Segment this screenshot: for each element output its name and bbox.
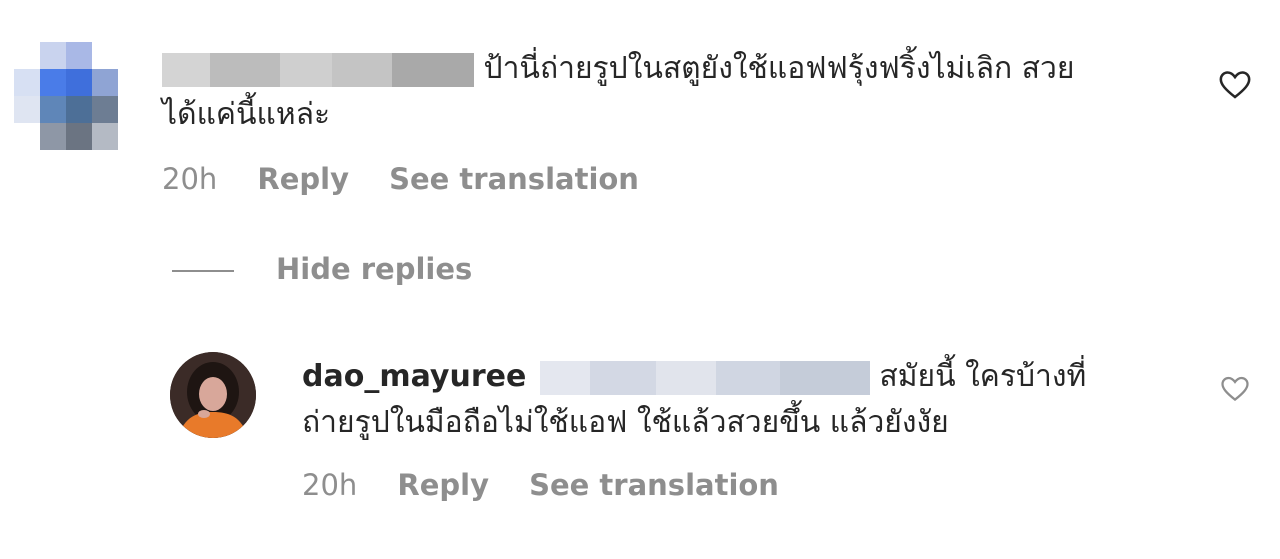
avatar-blurred[interactable] xyxy=(14,42,118,150)
comment-meta: 20h Reply See translation xyxy=(162,162,669,196)
comment-time: 20h xyxy=(162,162,218,196)
reply-username[interactable]: dao_mayuree xyxy=(302,359,526,394)
reply-text-line2: ถ่ายรูปในมือถือไม่ใช้แอฟ ใช้แล้วสวยขึ้น … xyxy=(302,405,949,440)
comment-text-line2: ได้แค่นี้แหล่ะ xyxy=(162,97,331,132)
reply-button[interactable]: Reply xyxy=(397,468,489,502)
comment-body: ป้านี่ถ่ายรูปในสตูยังใช้แอฟฟรุ้งฟริ้งไม่… xyxy=(162,46,1182,138)
reply-meta: 20h Reply See translation xyxy=(302,468,809,502)
username-blurred[interactable] xyxy=(162,52,474,87)
see-translation-button[interactable]: See translation xyxy=(529,468,779,502)
heart-icon[interactable] xyxy=(1218,68,1252,102)
heart-icon[interactable] xyxy=(1220,374,1250,404)
reply-text-line1: สมัยนี้ ใครบ้างที่ xyxy=(879,359,1087,394)
comment-text-line1: ป้านี่ถ่ายรูปในสตูยังใช้แอฟฟรุ้งฟริ้งไม่… xyxy=(483,51,1075,86)
reply-time: 20h xyxy=(302,468,358,502)
reply-button[interactable]: Reply xyxy=(257,162,349,196)
avatar[interactable] xyxy=(170,352,256,438)
reply-body: dao_mayuree สมัยนี้ ใครบ้างที่ ถ่ายรูปใน… xyxy=(302,354,1182,446)
replies-divider-line xyxy=(172,270,234,272)
hide-replies-button[interactable]: Hide replies xyxy=(276,252,472,286)
see-translation-button[interactable]: See translation xyxy=(389,162,639,196)
mention-blurred[interactable] xyxy=(539,360,870,395)
